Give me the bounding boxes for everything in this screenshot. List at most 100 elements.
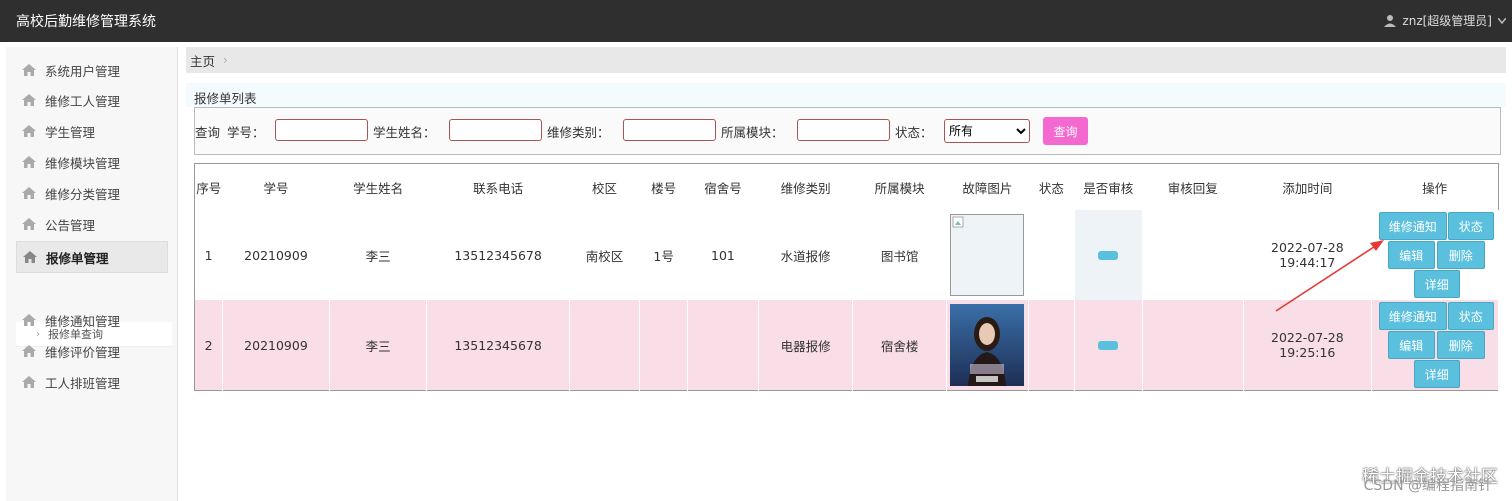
col-header: 楼号 xyxy=(639,163,688,210)
sidebar-item-label: 维修分类管理 xyxy=(45,186,121,202)
cell-type: 水道报修 xyxy=(758,210,854,300)
cell-building: 1号 xyxy=(639,210,689,300)
col-header: 故障图片 xyxy=(946,163,1029,210)
col-header: 学生姓名 xyxy=(329,163,427,210)
col-header: 联系电话 xyxy=(426,163,570,210)
cell-campus xyxy=(569,300,641,391)
cell-phone: 13512345678 xyxy=(426,300,570,391)
home-icon xyxy=(22,314,36,326)
cell-index: 2 xyxy=(194,300,224,391)
cell-fault-image xyxy=(946,210,1029,300)
search-prefix: 查询 xyxy=(195,125,221,140)
cell-room xyxy=(687,300,759,391)
cell-name: 李三 xyxy=(329,210,428,300)
col-header: 添加时间 xyxy=(1243,163,1372,210)
sidebar-item-workers[interactable]: 维修工人管理 xyxy=(16,87,176,113)
col-header: 宿舍号 xyxy=(687,163,759,210)
sidebar-item-label: 报修单管理 xyxy=(46,250,109,266)
sidebar-item-label: 维修模块管理 xyxy=(45,155,121,171)
repair-type-input[interactable] xyxy=(623,119,716,141)
col-header: 操作 xyxy=(1371,163,1499,210)
sidebar: 系统用户管理 维修工人管理 学生管理 维修模块管理 维修分类管理 公告管理 报修… xyxy=(6,47,178,501)
watermark-csdn: CSDN @编程指南针 xyxy=(1363,478,1492,494)
delete-button[interactable]: 删除 xyxy=(1436,331,1485,359)
module-label: 所属模块： xyxy=(721,125,784,140)
sidebar-item-system-users[interactable]: 系统用户管理 xyxy=(16,57,176,83)
module-input[interactable] xyxy=(797,119,890,141)
cell-module: 图书馆 xyxy=(852,210,947,300)
sidebar-item-repair-orders[interactable]: 报修单管理 xyxy=(16,241,168,273)
fault-photo[interactable] xyxy=(950,304,1025,386)
cell-ops: 维修通知 状态 编辑 删除 详细 xyxy=(1371,300,1500,391)
top-bar: 高校后勤维修管理系统 znz[超级管理员] xyxy=(0,0,1512,42)
breadcrumb-home[interactable]: 主页 xyxy=(190,51,215,70)
user-menu[interactable]: znz[超级管理员] xyxy=(1384,12,1506,29)
app-title: 高校后勤维修管理系统 xyxy=(16,14,156,30)
chevron-down-icon xyxy=(1498,17,1506,24)
cell-type: 电器报修 xyxy=(758,300,854,391)
status-button[interactable]: 状态 xyxy=(1447,302,1494,330)
col-header: 是否审核 xyxy=(1074,163,1143,210)
home-icon xyxy=(22,156,36,168)
cell-room: 101 xyxy=(687,210,759,300)
col-header: 审核回复 xyxy=(1142,163,1244,210)
table-header-row: 序号 学号 学生姓名 联系电话 校区 楼号 宿舍号 维修类别 所属模块 故障图片… xyxy=(194,163,1499,210)
review-status-indicator xyxy=(1098,340,1119,350)
edit-button[interactable]: 编辑 xyxy=(1387,241,1435,269)
student-name-label: 学生姓名： xyxy=(373,125,436,140)
breadcrumb: 主页 › xyxy=(186,47,1506,73)
status-select[interactable]: 所有 xyxy=(944,119,1030,143)
search-button[interactable]: 查询 xyxy=(1043,117,1088,145)
col-header: 学号 xyxy=(222,163,330,210)
cell-building xyxy=(639,300,689,391)
review-status-indicator xyxy=(1098,250,1119,260)
cell-module: 宿舍楼 xyxy=(852,300,947,391)
cell-index: 1 xyxy=(194,210,224,300)
sidebar-item-modules[interactable]: 维修模块管理 xyxy=(16,149,176,175)
cell-name: 李三 xyxy=(329,300,428,391)
sidebar-item-schedules[interactable]: 工人排班管理 xyxy=(16,369,176,395)
home-icon xyxy=(22,376,36,388)
home-icon xyxy=(22,218,36,230)
panel-title: 报修单列表 xyxy=(194,91,257,106)
home-icon xyxy=(22,187,36,199)
cell-review xyxy=(1074,210,1143,300)
home-icon xyxy=(23,251,37,263)
sidebar-item-categories[interactable]: 维修分类管理 xyxy=(16,180,176,206)
detail-button[interactable]: 详细 xyxy=(1413,270,1460,298)
cell-student-no: 20210909 xyxy=(222,300,330,391)
sidebar-item-reviews[interactable]: 维修评价管理 xyxy=(16,338,176,364)
edit-button[interactable]: 编辑 xyxy=(1387,331,1435,359)
home-icon xyxy=(22,94,36,106)
user-label: znz[超级管理员] xyxy=(1402,14,1492,28)
cell-status xyxy=(1028,210,1075,300)
cell-review xyxy=(1074,300,1143,391)
home-icon xyxy=(22,125,36,137)
home-icon xyxy=(22,64,36,76)
status-label: 状态： xyxy=(895,125,933,140)
sidebar-item-notifications[interactable]: 维修通知管理 xyxy=(16,307,176,333)
annotation-arrow-icon xyxy=(1275,240,1384,312)
home-icon xyxy=(22,345,36,357)
status-button[interactable]: 状态 xyxy=(1447,212,1494,240)
cell-campus: 南校区 xyxy=(569,210,641,300)
sidebar-item-label: 公告管理 xyxy=(45,217,96,233)
broken-image-icon[interactable] xyxy=(950,214,1025,296)
cell-phone: 13512345678 xyxy=(426,210,570,300)
col-header: 校区 xyxy=(569,163,640,210)
sidebar-item-label: 维修评价管理 xyxy=(45,344,121,360)
sidebar-item-students[interactable]: 学生管理 xyxy=(16,118,176,144)
cell-ops: 维修通知 状态 编辑 删除 详细 xyxy=(1371,210,1500,300)
delete-button[interactable]: 删除 xyxy=(1436,241,1485,269)
cell-student-no: 20210909 xyxy=(222,210,330,300)
sidebar-item-label: 维修通知管理 xyxy=(45,313,121,329)
sidebar-item-announcements[interactable]: 公告管理 xyxy=(16,211,176,237)
panel-title-band xyxy=(186,83,1506,107)
student-no-input[interactable] xyxy=(275,119,368,141)
cell-reply xyxy=(1142,300,1244,391)
student-name-input[interactable] xyxy=(449,119,542,141)
cell-status xyxy=(1028,300,1075,391)
repair-type-label: 维修类别： xyxy=(547,125,610,140)
sidebar-item-label: 系统用户管理 xyxy=(45,63,121,79)
detail-button[interactable]: 详细 xyxy=(1413,360,1460,388)
